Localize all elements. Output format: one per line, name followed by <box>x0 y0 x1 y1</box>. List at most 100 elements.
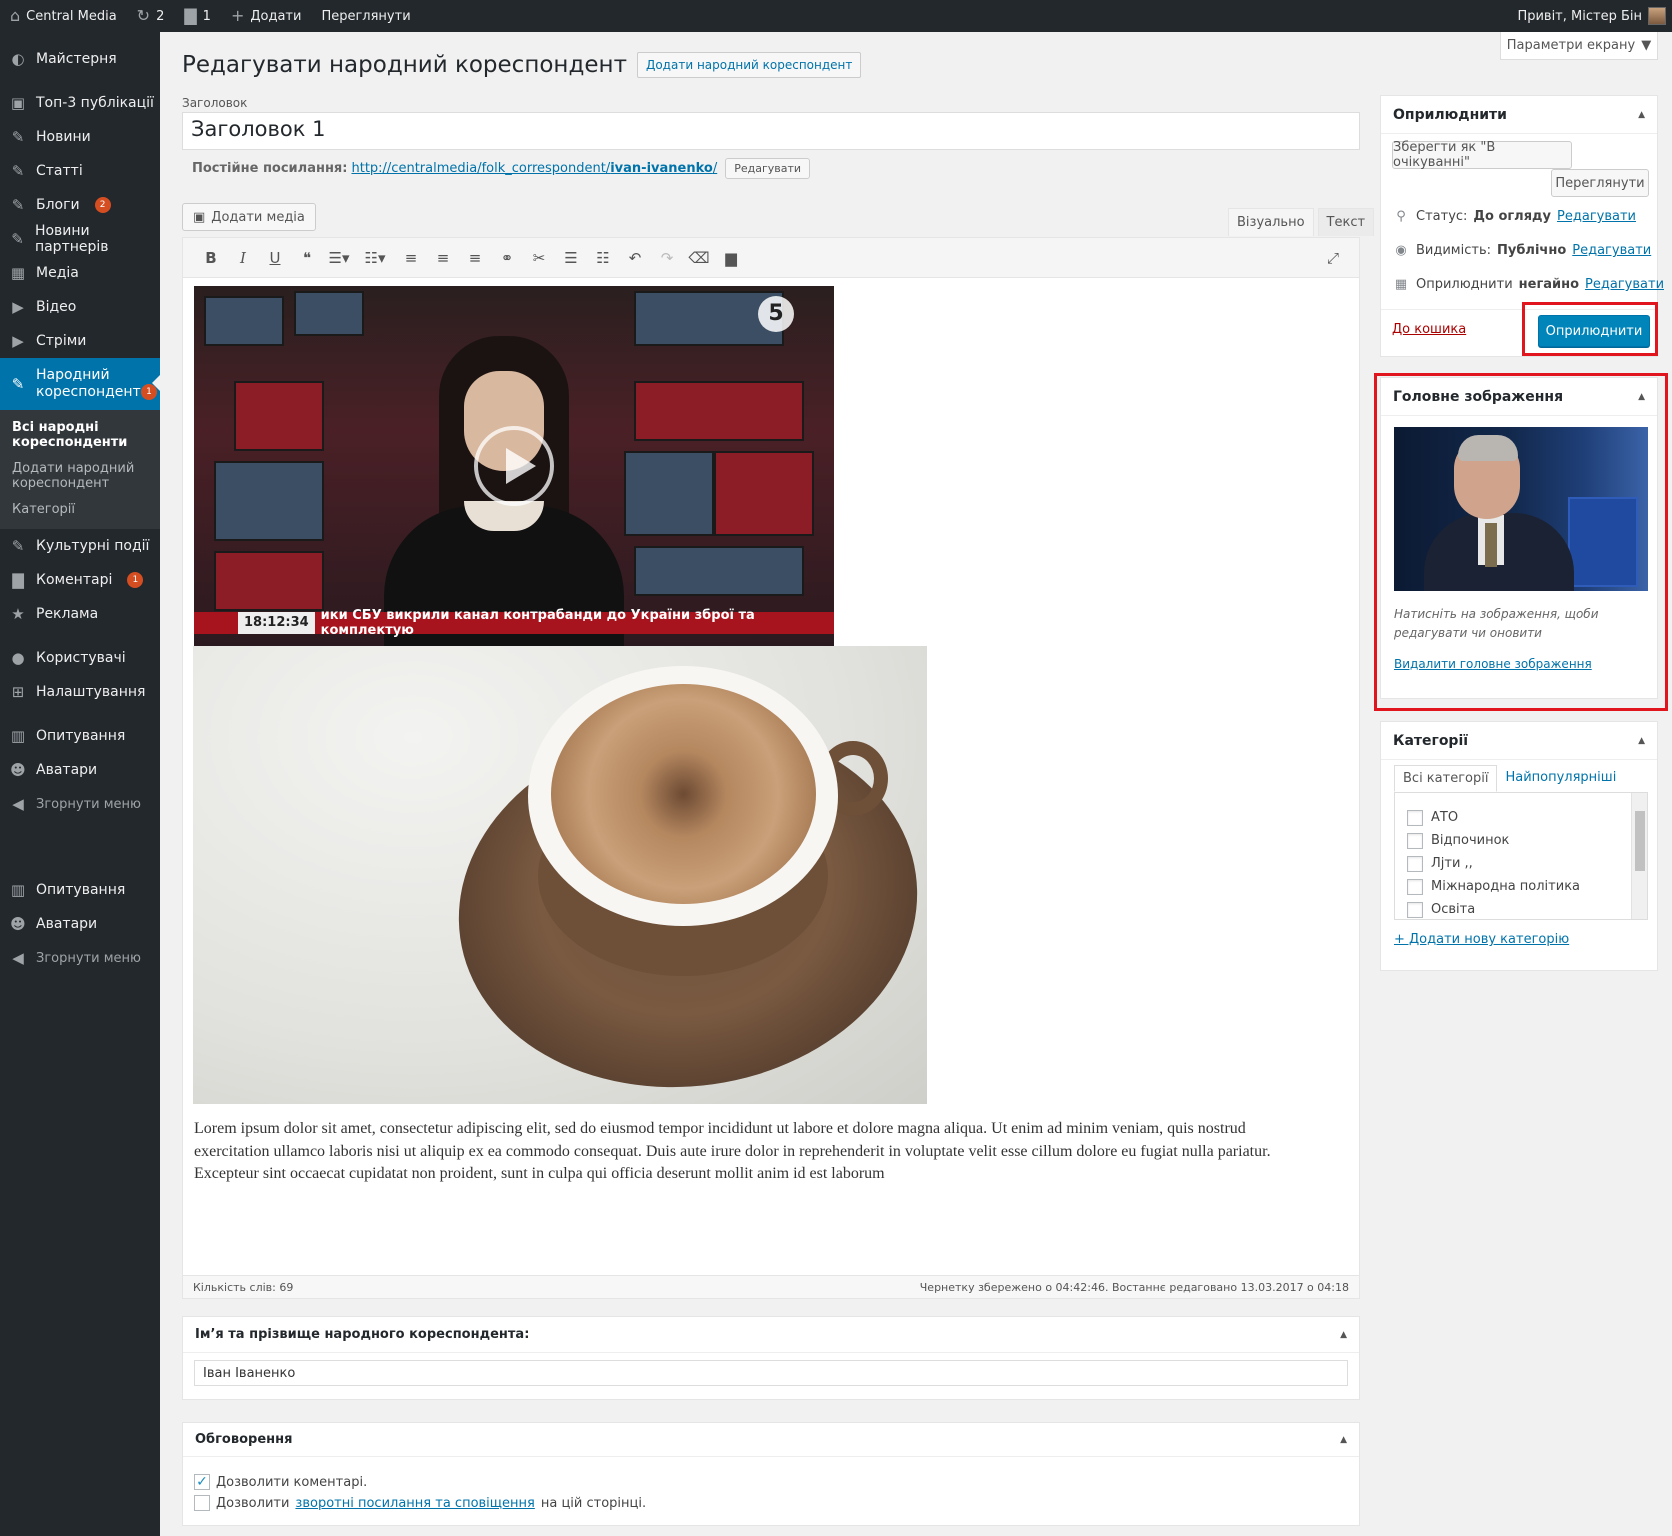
triangle-up-icon[interactable]: ▲ <box>1340 1330 1347 1340</box>
align-left-icon[interactable]: ≡ <box>395 249 427 267</box>
category-checkbox[interactable] <box>1407 855 1423 872</box>
menu-news[interactable]: ✎ Новини <box>0 120 160 154</box>
toolbar-toggle-icon[interactable]: ☷ <box>587 249 619 267</box>
menu-polls[interactable]: ▥ Опитування <box>0 719 160 753</box>
tab-most-used[interactable]: Найпопулярніші <box>1497 765 1624 792</box>
pings-link[interactable]: зворотні посилання та сповіщення <box>295 1496 534 1511</box>
post-title-input[interactable]: Заголовок 1 <box>182 112 1360 150</box>
featured-image[interactable] <box>1394 427 1648 591</box>
category-checkbox[interactable] <box>1407 809 1423 826</box>
category-item[interactable]: Лjти ,, <box>1395 852 1647 875</box>
numbered-list-icon[interactable]: ☷▾ <box>355 249 395 267</box>
postbox-header[interactable]: Оприлюднити ▲ <box>1381 96 1657 134</box>
menu-media[interactable]: ▦ Медіа <box>0 256 160 290</box>
edit-permalink-button[interactable]: Редагувати <box>725 158 811 179</box>
tab-visual[interactable]: Візуально <box>1228 208 1314 236</box>
triangle-up-icon[interactable]: ▲ <box>1638 392 1645 402</box>
postbox-header[interactable]: Ім’я та прізвище народного кореспондента… <box>183 1317 1359 1353</box>
triangle-up-icon[interactable]: ▲ <box>1638 110 1645 120</box>
post-body-text[interactable]: Lorem ipsum dolor sit amet, consectetur … <box>194 1118 1274 1186</box>
italic-icon[interactable]: I <box>227 249 259 267</box>
comments-link[interactable]: ▇ 1 <box>174 0 221 32</box>
menu-top3[interactable]: ▣ Топ-3 публікації <box>0 86 160 120</box>
menu-ads[interactable]: ★ Реклама <box>0 597 160 631</box>
category-checkbox[interactable] <box>1407 832 1423 849</box>
publish-button[interactable]: Оприлюднити <box>1538 315 1650 347</box>
collapse-menu[interactable]: ◀ Згорнути меню <box>0 787 160 821</box>
add-media-button[interactable]: ▣ Додати медіа <box>182 203 316 231</box>
menu-streams[interactable]: ▶ Стріми <box>0 324 160 358</box>
postbox-header[interactable]: Обговорення ▲ <box>183 1423 1359 1457</box>
screen-options-button[interactable]: Параметри екрану ▼ <box>1500 32 1658 60</box>
coffee-image[interactable] <box>193 646 927 1104</box>
edit-status-link[interactable]: Редагувати <box>1557 209 1636 224</box>
collapse-menu-2[interactable]: ◀ Згорнути меню <box>0 941 160 975</box>
undo-icon[interactable]: ↶ <box>619 249 651 267</box>
menu-blogs[interactable]: ✎ Блоги 2 <box>0 188 160 222</box>
align-center-icon[interactable]: ≡ <box>427 249 459 267</box>
submenu-add-new[interactable]: Додати народний кореспондент <box>0 457 160 495</box>
category-checkbox[interactable] <box>1407 878 1423 895</box>
my-account[interactable]: Привіт, Містер Бін <box>1517 7 1672 25</box>
menu-polls-2[interactable]: ▥ Опитування <box>0 873 160 907</box>
new-content-link[interactable]: + Додати <box>221 0 312 32</box>
menu-avatars[interactable]: ☻ Аватари <box>0 753 160 787</box>
add-new-category-link[interactable]: + Додати нову категорію <box>1394 932 1569 947</box>
menu-articles[interactable]: ✎ Статті <box>0 154 160 188</box>
site-name-link[interactable]: ⌂ Central Media <box>0 0 127 32</box>
scrollbar-thumb[interactable] <box>1635 811 1645 871</box>
submenu-categories[interactable]: Категорії <box>0 498 160 521</box>
menu-partner-news[interactable]: ✎ Новини партнерів <box>0 222 160 256</box>
edit-schedule-link[interactable]: Редагувати <box>1585 277 1664 292</box>
fullscreen-icon[interactable]: ⤢ <box>1317 249 1349 267</box>
submenu-all[interactable]: Всі народні кореспонденти <box>0 416 160 454</box>
menu-dashboard[interactable]: ◐ Майстерня <box>0 42 160 76</box>
category-scrollbar[interactable] <box>1631 793 1647 919</box>
preview-button[interactable]: Переглянути <box>1551 169 1649 197</box>
menu-culture[interactable]: ✎ Культурні події <box>0 529 160 563</box>
correspondent-name-input[interactable]: Іван Іваненко <box>194 1360 1348 1386</box>
blockquote-icon[interactable]: ❝ <box>291 249 323 267</box>
menu-settings[interactable]: ⊞ Налаштування <box>0 675 160 709</box>
postbox-header[interactable]: Головне зображення ▲ <box>1381 378 1657 416</box>
category-checkbox[interactable] <box>1407 901 1423 918</box>
menu-comments[interactable]: ▇ Коментарі 1 <box>0 563 160 597</box>
remove-featured-image-link[interactable]: Видалити головне зображення <box>1394 657 1592 671</box>
play-icon[interactable] <box>474 426 554 506</box>
menu-users[interactable]: ● Користувачі <box>0 641 160 675</box>
updates-link[interactable]: ↻ 2 <box>127 0 175 32</box>
underline-icon[interactable]: U <box>259 249 291 267</box>
triangle-up-icon[interactable]: ▲ <box>1340 1435 1347 1445</box>
edit-visibility-link[interactable]: Редагувати <box>1572 243 1651 258</box>
view-link[interactable]: Переглянути <box>311 0 420 32</box>
category-item[interactable]: Відпочинок <box>1395 829 1647 852</box>
insert-more-icon[interactable]: ☰ <box>555 249 587 267</box>
triangle-up-icon[interactable]: ▲ <box>1638 736 1645 746</box>
embedded-video[interactable]: 5 18:12:34 ики СБУ викрили канал контраб… <box>194 286 834 646</box>
move-to-trash-link[interactable]: До кошика <box>1392 322 1466 337</box>
postbox-header[interactable]: Категорії ▲ <box>1381 722 1657 760</box>
unlink-icon[interactable]: ✂ <box>523 249 555 267</box>
allow-comments-row[interactable]: ✓ Дозволити коментарі. <box>194 1474 367 1490</box>
category-item[interactable]: Міжнародна політика <box>1395 875 1647 898</box>
bold-icon[interactable]: B <box>195 249 227 267</box>
allow-comments-checkbox[interactable]: ✓ <box>194 1474 210 1490</box>
bullet-list-icon[interactable]: ☰▾ <box>323 249 355 267</box>
permalink-link[interactable]: http://centralmedia/folk_correspondent/i… <box>351 161 717 176</box>
tab-all-categories[interactable]: Всі категорії <box>1394 765 1498 792</box>
menu-folk-correspondent[interactable]: ✎ Народний кореспондент 1 <box>0 358 160 410</box>
allow-pings-checkbox[interactable] <box>194 1495 210 1511</box>
tab-text[interactable]: Текст <box>1317 208 1375 236</box>
allow-pings-row[interactable]: Дозволити зворотні посилання та сповіщен… <box>194 1495 646 1511</box>
redo-icon[interactable]: ↷ <box>651 249 683 267</box>
menu-video[interactable]: ▶ Відео <box>0 290 160 324</box>
add-new-button[interactable]: Додати народний кореспондент <box>636 52 862 78</box>
chart-icon[interactable]: ▆ <box>715 249 747 267</box>
save-pending-button[interactable]: Зберегти як "В очікуванні" <box>1392 140 1572 170</box>
category-item[interactable]: Освіта <box>1395 898 1647 919</box>
link-icon[interactable]: ⚭ <box>491 249 523 267</box>
category-item[interactable]: АТО <box>1395 806 1647 829</box>
align-right-icon[interactable]: ≡ <box>459 249 491 267</box>
eraser-icon[interactable]: ⌫ <box>683 249 715 267</box>
menu-avatars-2[interactable]: ☻ Аватари <box>0 907 160 941</box>
